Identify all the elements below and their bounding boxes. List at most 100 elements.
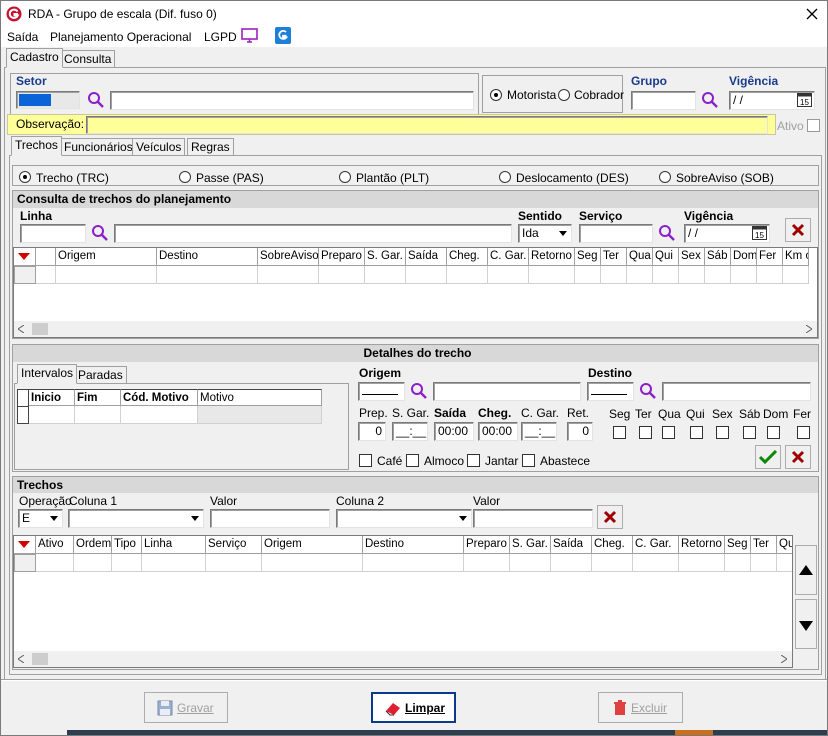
trechos-col-header[interactable]: Saída <box>551 536 592 554</box>
table-cell[interactable] <box>29 406 75 424</box>
table-cell[interactable] <box>731 266 757 284</box>
trechos-col-header[interactable]: Linha <box>142 536 206 554</box>
linha-description-field[interactable] <box>114 224 512 243</box>
confirm-button[interactable] <box>755 445 781 469</box>
table-cell[interactable] <box>112 554 142 572</box>
servico-search-icon[interactable] <box>658 224 676 242</box>
intervalos-col-header[interactable]: Cód. Motivo <box>121 389 198 406</box>
day-checkbox[interactable] <box>716 426 729 439</box>
tab-cadastro[interactable]: Cadastro <box>6 48 63 68</box>
move-down-button[interactable] <box>795 599 817 649</box>
day-checkbox[interactable] <box>743 426 756 439</box>
setor-description-field[interactable] <box>110 91 474 110</box>
tab-veiculos[interactable]: Veículos <box>132 138 186 156</box>
day-checkbox[interactable] <box>690 426 703 439</box>
consulta-col-header[interactable]: Dom <box>731 248 757 266</box>
menu-lgpd[interactable]: LGPD <box>204 30 237 44</box>
consulta-col-header[interactable]: Preparo <box>319 248 365 266</box>
meal-checkbox[interactable] <box>359 454 372 467</box>
trechos-sort-down-icon[interactable] <box>18 541 30 549</box>
setor-code-field[interactable] <box>16 91 80 109</box>
consulta-col-header[interactable]: Km oc <box>783 248 809 266</box>
table-cell[interactable] <box>406 266 447 284</box>
coluna2-select[interactable] <box>336 509 472 528</box>
table-cell[interactable] <box>679 554 725 572</box>
consulta-col-header[interactable]: Destino <box>157 248 258 266</box>
day-checkbox[interactable] <box>797 426 810 439</box>
cobrador-radio[interactable] <box>558 89 570 101</box>
time-field-input[interactable]: 0 <box>567 422 593 441</box>
time-field-input[interactable]: 00:00 <box>434 422 474 441</box>
valor2-field[interactable] <box>473 509 593 528</box>
trechos-col-header[interactable]: Destino <box>363 536 464 554</box>
intervalos-col-header[interactable]: Motivo <box>198 389 322 406</box>
table-cell[interactable] <box>464 554 510 572</box>
table-cell[interactable] <box>36 554 74 572</box>
trechos-col-header[interactable]: Preparo <box>464 536 510 554</box>
operacao-dropdown-icon[interactable] <box>46 511 61 526</box>
tab-consulta[interactable]: Consulta <box>60 50 116 68</box>
menu-planejamento[interactable]: Planejamento Operacional <box>50 30 191 44</box>
trechos-scroll-right-icon[interactable] <box>781 655 787 663</box>
row-indicator[interactable] <box>14 266 36 284</box>
scroll-right-icon[interactable] <box>806 325 812 333</box>
trechos-col-header[interactable]: Ordem <box>74 536 112 554</box>
table-cell[interactable] <box>705 266 731 284</box>
meal-checkbox[interactable] <box>522 454 535 467</box>
consulta-col-header[interactable]: Qua <box>627 248 653 266</box>
trechos-col-header[interactable]: Ativo <box>36 536 74 554</box>
servico-field[interactable] <box>579 224 653 243</box>
intervalos-col-header[interactable]: Fim <box>75 389 121 406</box>
table-cell[interactable] <box>365 266 406 284</box>
table-cell[interactable] <box>488 266 529 284</box>
table-cell[interactable] <box>198 406 322 424</box>
limpar-button[interactable]: Limpar <box>371 692 456 723</box>
table-cell[interactable] <box>74 554 112 572</box>
type-des-radio[interactable] <box>499 171 511 183</box>
time-field-input[interactable]: __:__ <box>521 422 557 441</box>
motorista-radio[interactable] <box>490 89 502 101</box>
trechos-col-header[interactable]: C. Gar. <box>633 536 679 554</box>
origem-description-field[interactable] <box>433 382 581 401</box>
sort-down-icon[interactable] <box>18 253 30 261</box>
move-up-button[interactable] <box>795 545 817 595</box>
ativo-checkbox[interactable] <box>807 119 820 132</box>
meal-checkbox[interactable] <box>406 454 419 467</box>
tab-funcionarios[interactable]: Funcionários <box>60 138 137 156</box>
type-sob-radio[interactable] <box>659 171 671 183</box>
table-cell[interactable] <box>633 554 679 572</box>
filter-clear-button[interactable] <box>597 505 623 529</box>
destino-code-field[interactable] <box>587 382 634 401</box>
tab-intervalos[interactable]: Intervalos <box>17 364 78 384</box>
valor1-field[interactable] <box>210 509 330 528</box>
day-checkbox[interactable] <box>662 426 675 439</box>
setor-search-icon[interactable] <box>87 91 105 109</box>
table-cell[interactable] <box>447 266 488 284</box>
tab-regras[interactable]: Regras <box>187 138 234 156</box>
sentido-dropdown-icon[interactable] <box>555 226 570 241</box>
table-cell[interactable] <box>751 554 777 572</box>
table-cell[interactable] <box>601 266 627 284</box>
day-checkbox[interactable] <box>767 426 780 439</box>
trechos-col-header[interactable]: Origem <box>262 536 363 554</box>
tab-trechos[interactable]: Trechos <box>11 136 62 156</box>
table-cell[interactable] <box>777 554 792 572</box>
type-pas-radio[interactable] <box>179 171 191 183</box>
consulta-col-header[interactable]: Fer <box>757 248 783 266</box>
trechos-col-header[interactable]: Ter <box>751 536 777 554</box>
destino-description-field[interactable] <box>662 382 811 401</box>
grupo-search-icon[interactable] <box>701 91 719 109</box>
consulta-col-header[interactable]: S. Gar. <box>365 248 406 266</box>
time-field-input[interactable]: 00:00 <box>478 422 518 441</box>
trechos-col-header[interactable]: Serviço <box>206 536 262 554</box>
trechos-h-scrollbar[interactable] <box>14 651 792 667</box>
table-cell[interactable] <box>258 266 319 284</box>
consulta-h-scrollbar[interactable] <box>14 321 817 337</box>
calendar-icon[interactable]: 15 <box>797 93 812 107</box>
consulta-col-header[interactable]: Retorno <box>529 248 575 266</box>
table-cell[interactable] <box>142 554 206 572</box>
coluna1-dropdown-icon[interactable] <box>187 511 202 526</box>
origem-search-icon[interactable] <box>410 382 428 400</box>
consulta-col-header[interactable]: Qui <box>653 248 679 266</box>
table-cell[interactable] <box>627 266 653 284</box>
